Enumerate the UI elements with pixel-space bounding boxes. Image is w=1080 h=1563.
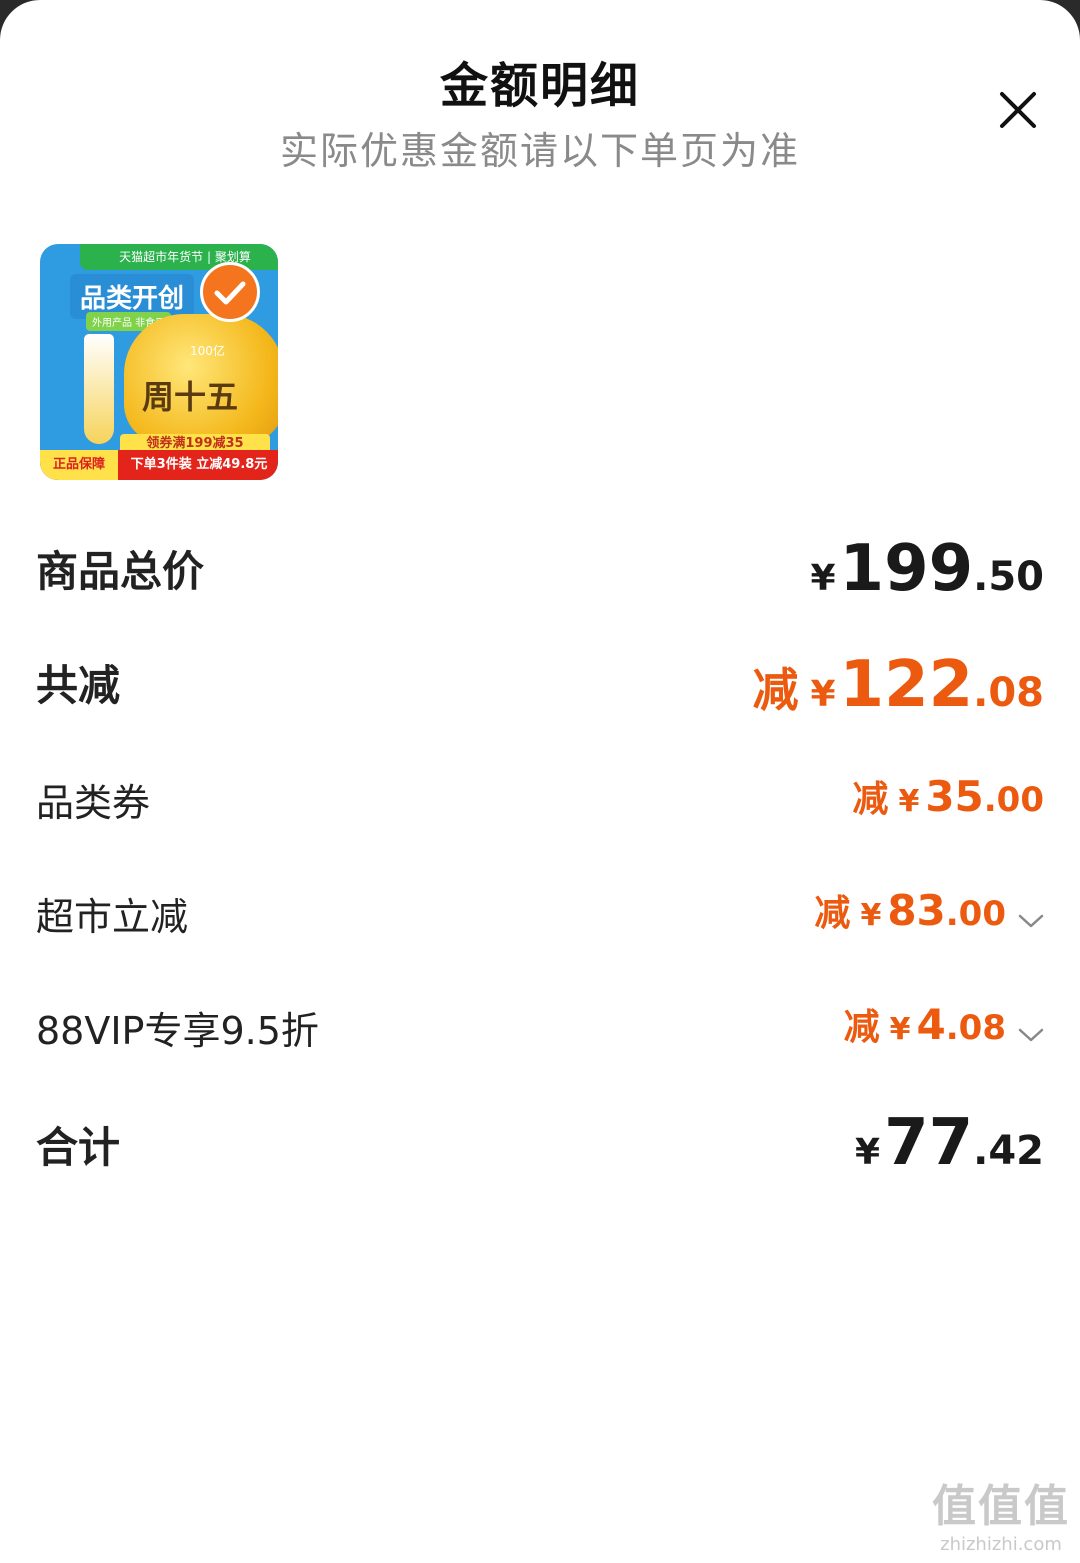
chevron-down-icon[interactable] — [1018, 1026, 1044, 1044]
total-price-amount: ¥199.50 — [810, 532, 1044, 606]
reduction-prefix: 减 — [814, 893, 851, 934]
thumbnail-bottom-right: 下单3件装 立减49.8元 — [130, 457, 268, 472]
amount-integer: 4 — [916, 1000, 946, 1049]
vip-discount-row[interactable]: 88VIP专享9.5折 减 ¥4.08 — [36, 998, 1044, 1068]
site-watermark: 值值值 zhizhizhi.com — [926, 1470, 1076, 1560]
currency-symbol: ¥ — [810, 558, 836, 599]
reduction-prefix: 减 — [843, 1007, 880, 1048]
category-coupon-amount: 减 ¥35.00 — [852, 770, 1044, 822]
category-coupon-label: 品类券 — [36, 781, 151, 825]
amount-integer: 199 — [839, 532, 974, 606]
amount-decimal: .08 — [945, 1008, 1006, 1048]
supermarket-discount-row[interactable]: 超市立减 减 ¥83.00 — [36, 884, 1044, 954]
total-price-row: 商品总价 ¥199.50 — [36, 532, 1044, 606]
category-coupon-row: 品类券 减 ¥35.00 — [36, 770, 1044, 840]
amount-decimal: .00 — [983, 780, 1044, 820]
currency-symbol: ¥ — [889, 1012, 911, 1047]
amount-decimal: .08 — [973, 670, 1044, 716]
sheet-title: 金额明细 — [439, 58, 640, 114]
reduction-prefix: 减 — [852, 779, 889, 820]
amount-detail-sheet: 金额明细 实际优惠金额请以下单页为准 天猫超市年货节 | 聚划算 品类开创 外用… — [0, 0, 1080, 1563]
total-reduction-row: 共减 减 ¥122.08 — [36, 648, 1044, 722]
vip-discount-label: 88VIP专享9.5折 — [36, 1009, 319, 1053]
amount-decimal: .00 — [945, 894, 1006, 934]
amount-decimal: .42 — [973, 1128, 1044, 1174]
bottle-illustration — [84, 334, 114, 444]
thumbnail-blob-number: 100亿 — [190, 344, 225, 358]
grand-total-amount: ¥77.42 — [855, 1106, 1044, 1180]
currency-symbol: ¥ — [855, 1132, 881, 1173]
grand-total-label: 合计 — [36, 1123, 121, 1172]
amount-integer: 122 — [839, 648, 974, 722]
sheet-subtitle: 实际优惠金额请以下单页为准 — [279, 129, 800, 173]
total-reduction-label: 共减 — [36, 661, 121, 710]
currency-symbol: ¥ — [810, 674, 836, 715]
reduction-prefix: 减 — [752, 663, 799, 717]
close-icon[interactable] — [996, 88, 1040, 132]
vip-discount-amount[interactable]: 减 ¥4.08 — [844, 998, 1044, 1050]
product-thumbnail[interactable]: 天猫超市年货节 | 聚划算 品类开创 外用产品 非食用 100亿 周十五 领券满… — [40, 244, 278, 480]
thumbnail-blob-text: 周十五 — [142, 378, 239, 416]
amount-decimal: .50 — [973, 554, 1044, 600]
thumbnail-bottom-left: 正品保障 — [40, 450, 118, 480]
amount-integer: 77 — [884, 1106, 974, 1180]
amount-integer: 35 — [925, 772, 984, 821]
supermarket-discount-label: 超市立减 — [36, 895, 189, 939]
total-price-label: 商品总价 — [36, 547, 205, 596]
grand-total-row: 合计 ¥77.42 — [36, 1106, 1044, 1180]
currency-symbol: ¥ — [860, 898, 882, 933]
check-icon — [200, 262, 260, 322]
supermarket-discount-amount[interactable]: 减 ¥83.00 — [814, 884, 1044, 936]
watermark-logo: 值值值 — [932, 1481, 1070, 1532]
watermark-url: zhizhizhi.com — [940, 1534, 1062, 1555]
currency-symbol: ¥ — [898, 784, 920, 819]
chevron-down-icon[interactable] — [1018, 912, 1044, 930]
amount-integer: 83 — [887, 886, 946, 935]
total-reduction-amount: 减 ¥122.08 — [752, 648, 1044, 722]
